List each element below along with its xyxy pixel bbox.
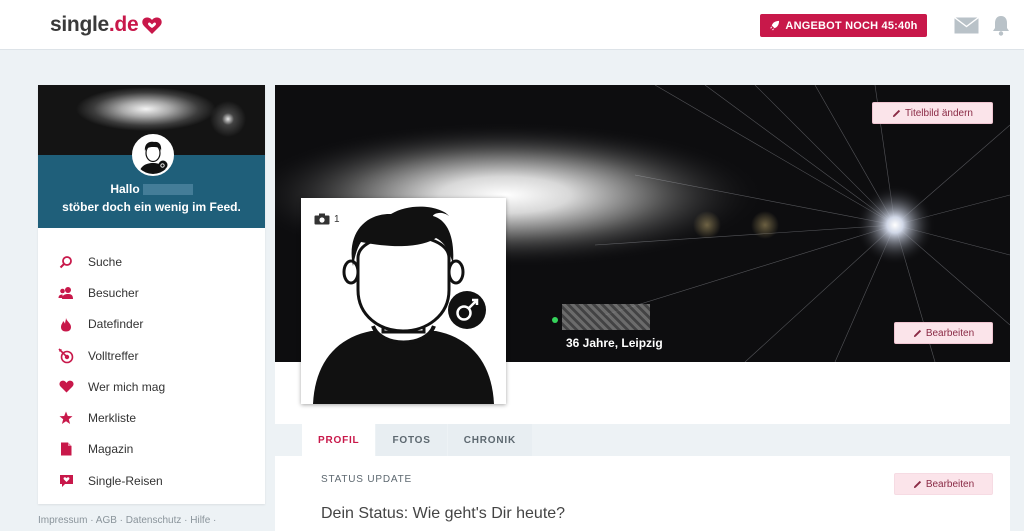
user-avatar[interactable]	[132, 134, 174, 176]
visitors-icon	[58, 285, 74, 301]
sidebar-item-wer-mich-mag[interactable]: Wer mich mag	[38, 371, 265, 402]
document-icon	[58, 441, 74, 457]
sidebar-item-datefinder[interactable]: Datefinder	[38, 309, 265, 340]
sidebar-item-besucher[interactable]: Besucher	[38, 277, 265, 308]
offer-button[interactable]: ANGEBOT NOCH 45:40h	[760, 14, 927, 37]
site-logo[interactable]: single .de	[50, 13, 163, 37]
male-avatar-illustration	[301, 198, 506, 404]
camera-icon	[314, 213, 330, 225]
pencil-icon	[913, 480, 921, 488]
sidebar-item-label: Wer mich mag	[88, 379, 166, 394]
pencil-icon	[892, 109, 901, 117]
flame-icon	[58, 316, 74, 332]
offer-button-label: ANGEBOT NOCH 45:40h	[785, 19, 918, 32]
target-icon	[58, 347, 74, 364]
status-text[interactable]: Dein Status: Wie geht's Dir heute?	[321, 505, 565, 523]
logo-heart-icon	[142, 17, 163, 34]
sidebar-item-label: Suche	[88, 254, 123, 269]
pencil-icon	[913, 329, 921, 337]
rocket-icon	[770, 20, 780, 31]
sidebar-item-label: Volltreffer	[88, 348, 139, 363]
mail-icon[interactable]	[954, 17, 979, 34]
edit-status-button[interactable]: Bearbeiten	[894, 473, 993, 495]
tab-fotos[interactable]: FOTOS	[376, 424, 447, 456]
profile-picture[interactable]: 1	[301, 198, 506, 404]
online-status-indicator	[552, 317, 558, 323]
blurred-profile-name	[562, 304, 650, 330]
tab-chronik[interactable]: CHRONIK	[447, 424, 532, 456]
sidebar-item-magazin[interactable]: Magazin	[38, 434, 265, 465]
greeting-text: Hallo	[38, 182, 265, 196]
status-update-heading: STATUS UPDATE	[321, 474, 412, 485]
photo-count: 1	[334, 213, 340, 225]
logo-text: single	[50, 13, 109, 36]
heart-icon	[58, 379, 74, 395]
blurred-username	[142, 184, 193, 196]
profile-card: Titelbild ändern Bearbeiten 36 Jahre, Le…	[275, 85, 1010, 531]
sidebar-item-suche[interactable]: Suche	[38, 246, 265, 277]
search-icon	[58, 254, 74, 270]
star-icon	[58, 410, 74, 426]
top-navigation-bar: single .de ANGEBOT NOCH 45:40h	[0, 0, 1024, 50]
greeting-subtitle: stöber doch ein wenig im Feed.	[62, 200, 241, 214]
logo-domain: .de	[108, 13, 139, 36]
edit-profile-button[interactable]: Bearbeiten	[894, 322, 993, 344]
sidebar-item-label: Merkliste	[88, 411, 137, 426]
sidebar-card: Hallo stöber doch ein wenig im Feed. Suc…	[38, 85, 265, 504]
footer-links[interactable]: Impressum · AGB · Datenschutz · Hilfe ·	[38, 515, 216, 526]
profile-tabs: PROFIL FOTOS CHRONIK	[302, 424, 533, 456]
sidebar-item-label: Single-Reisen	[88, 473, 163, 488]
sidebar-item-merkliste[interactable]: Merkliste	[38, 402, 265, 433]
avatar-silhouette-icon	[134, 136, 172, 174]
notification-bell-icon[interactable]	[991, 14, 1011, 36]
sidebar-item-label: Datefinder	[88, 317, 144, 332]
tab-profil[interactable]: PROFIL	[302, 424, 376, 456]
sidebar-item-single-reisen[interactable]: Single-Reisen	[38, 465, 265, 496]
sidebar-item-volltreffer[interactable]: Volltreffer	[38, 340, 265, 371]
change-cover-label: Titelbild ändern	[904, 107, 973, 119]
heart-bubble-icon	[58, 473, 74, 489]
sidebar-menu: Suche Besucher Datefinder Volltreffer We…	[38, 246, 265, 496]
change-cover-button[interactable]: Titelbild ändern	[872, 102, 993, 124]
sidebar-item-label: Besucher	[88, 285, 139, 300]
sidebar-item-label: Magazin	[88, 442, 134, 457]
age-location: 36 Jahre, Leipzig	[566, 336, 663, 350]
photo-count-badge[interactable]: 1	[314, 213, 340, 225]
edit-profile-label: Bearbeiten	[925, 327, 975, 339]
greeting-label: Hallo	[110, 182, 140, 196]
edit-status-label: Bearbeiten	[925, 478, 975, 490]
